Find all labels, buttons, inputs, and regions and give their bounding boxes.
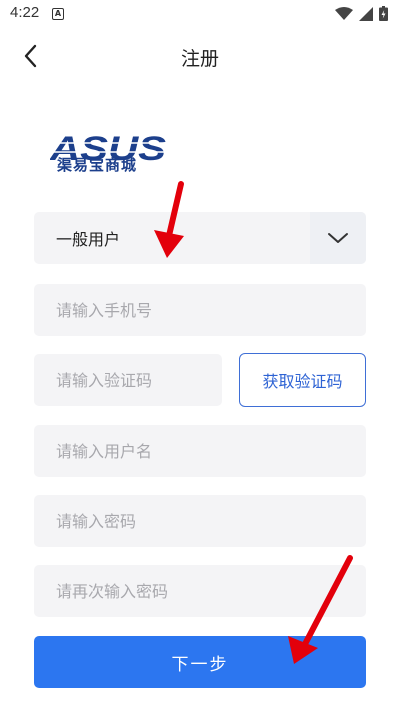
code-field-wrapper bbox=[34, 354, 222, 406]
confirm-password-input[interactable] bbox=[34, 565, 366, 617]
username-field-wrapper bbox=[34, 425, 366, 477]
user-type-select[interactable]: 一般用户 bbox=[34, 212, 366, 264]
nav-bar: 注册 bbox=[0, 32, 400, 80]
status-time: 4:22 bbox=[10, 4, 40, 21]
chevron-down-icon bbox=[328, 233, 348, 243]
system-icons bbox=[335, 6, 388, 21]
notification-icon: A bbox=[52, 8, 64, 20]
brand-subtitle: 渠易宝商城 bbox=[57, 156, 138, 174]
password-input[interactable] bbox=[34, 495, 366, 547]
signal-icon bbox=[359, 6, 373, 21]
dropdown-toggle[interactable] bbox=[310, 212, 366, 264]
password-field-wrapper bbox=[34, 495, 366, 547]
battery-icon bbox=[379, 6, 388, 21]
username-input[interactable] bbox=[34, 425, 366, 477]
status-bar: 4:22 A bbox=[0, 0, 400, 28]
user-type-value: 一般用户 bbox=[56, 230, 121, 249]
get-code-button[interactable]: 获取验证码 bbox=[239, 353, 366, 407]
confirm-password-field-wrapper bbox=[34, 565, 366, 617]
phone-field-wrapper bbox=[34, 284, 366, 336]
next-step-button[interactable]: 下一步 bbox=[34, 636, 366, 688]
verification-code-input[interactable] bbox=[34, 354, 222, 406]
phone-input[interactable] bbox=[34, 284, 366, 336]
wifi-icon bbox=[335, 6, 353, 20]
page-title: 注册 bbox=[180, 48, 219, 70]
